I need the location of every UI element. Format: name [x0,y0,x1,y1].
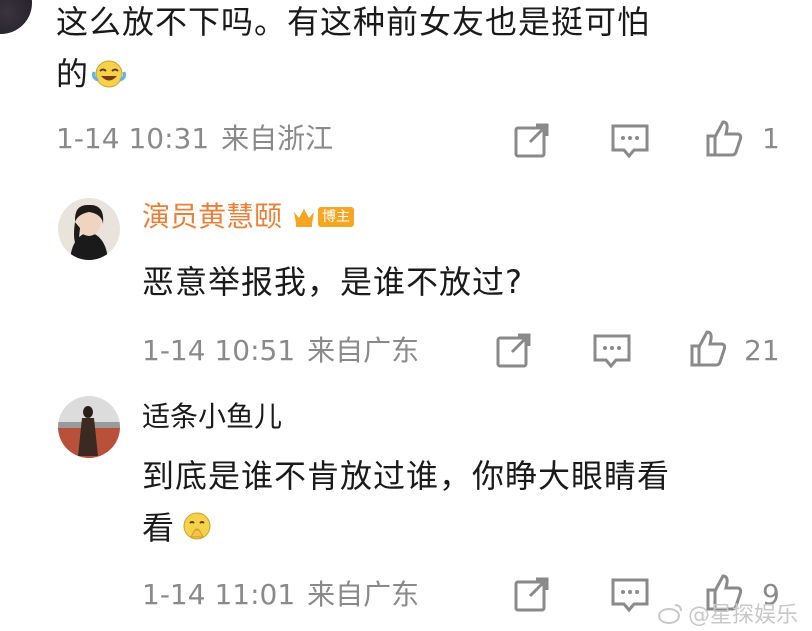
comment-2-time: 1-14 10:51 [142,334,296,367]
watermark-text: @星探娱乐 [687,603,798,628]
comment-2-like-count: 21 [744,334,780,367]
share-icon[interactable] [494,330,534,370]
pray-emoji [179,511,215,545]
weibo-icon [657,604,682,624]
like-icon[interactable] [704,118,744,158]
share-icon[interactable] [512,120,552,160]
comment-1-meta: 1-14 10:31 来自浙江 [56,122,333,156]
avatar[interactable] [58,396,120,458]
laugh-cry-emoji [91,58,127,90]
comment-1-like-count: 1 [762,122,780,155]
comment-icon[interactable] [610,574,650,614]
username[interactable]: 适条小鱼儿 [142,400,282,434]
blogger-badge: 博主 [292,206,355,228]
comment-icon[interactable] [592,330,632,370]
crown-icon [294,209,315,227]
username[interactable]: 演员黄慧颐 [142,200,282,234]
comment-3-source: 来自广东 [307,578,420,611]
comment-icon[interactable] [610,120,650,160]
badge-label: 博主 [318,207,355,227]
like-icon[interactable] [688,328,728,368]
comment-1-text: 这么放不下吗。有这种前女友也是挺可怕 的 [56,3,651,93]
comment-3-time: 1-14 11:01 [142,578,296,611]
watermark: @星探娱乐 [657,597,798,629]
comment-1-source: 来自浙江 [221,122,334,155]
comment-2-source: 来自广东 [307,334,420,367]
avatar-partial[interactable] [0,0,32,34]
share-icon[interactable] [512,574,552,614]
comment-1-time: 1-14 10:31 [56,122,210,155]
comment-2-meta: 1-14 10:51 来自广东 [142,334,419,368]
comment-2-text: 恶意举报我，是谁不放过? [142,263,523,301]
comment-3-meta: 1-14 11:01 来自广东 [142,578,419,612]
comment-2-header: 演员黄慧颐 博主 [142,200,355,234]
comment-3-text: 到底是谁不肯放过谁，你睁大眼睛看 看 [142,457,671,547]
avatar[interactable] [58,198,120,260]
